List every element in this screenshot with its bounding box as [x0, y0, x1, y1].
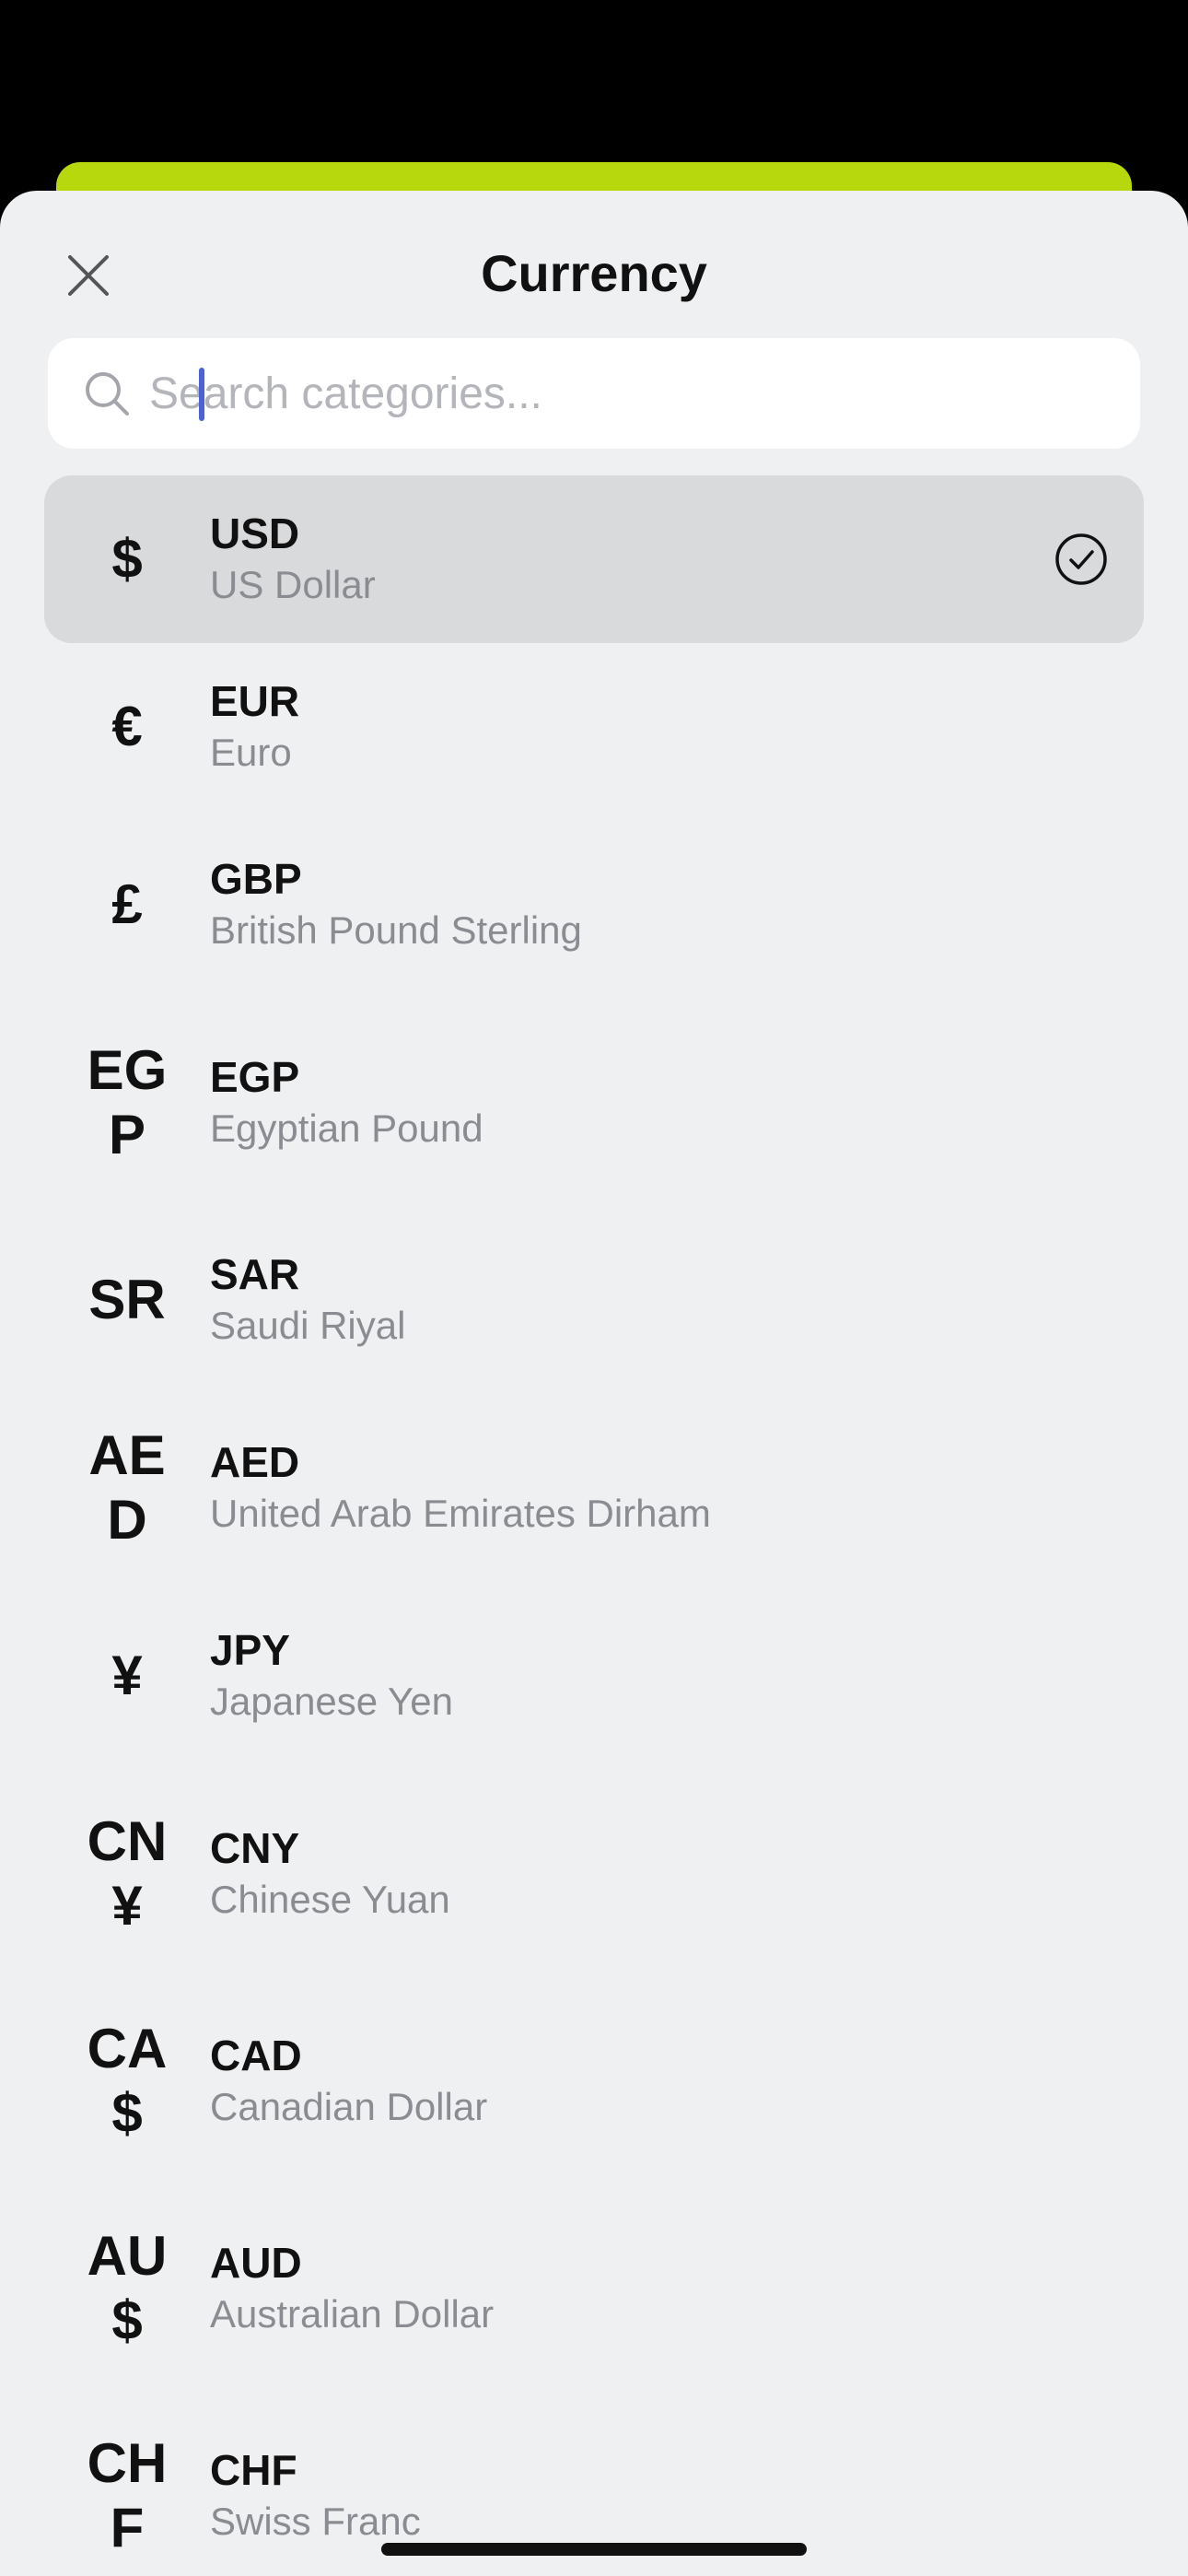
currency-code: EGP: [210, 1052, 300, 1101]
currency-code: CHF: [210, 2445, 297, 2494]
currency-item[interactable]: £ GBP British Pound Sterling: [44, 811, 1144, 999]
currency-name: Egyptian Pound: [210, 1106, 483, 1150]
currency-code: AED: [210, 1438, 300, 1486]
currency-name: Chinese Yuan: [210, 1877, 450, 1921]
currency-code: GBP: [210, 855, 302, 903]
currency-name: Canadian Dollar: [210, 2084, 488, 2128]
currency-code: USD: [210, 509, 300, 557]
currency-item[interactable]: AU$ AUD Australian Dollar: [44, 2184, 1144, 2392]
currency-symbol: €: [111, 696, 143, 757]
search-icon: [86, 372, 129, 416]
currency-name: Swiss Franc: [210, 2499, 421, 2543]
currency-item[interactable]: SR SAR Saudi Riyal: [44, 1206, 1144, 1394]
search-input[interactable]: [149, 357, 1070, 430]
currency-symbol: CA$: [87, 2017, 168, 2144]
currency-code: AUD: [210, 2238, 302, 2287]
sheet-title: Currency: [481, 244, 707, 302]
currency-item[interactable]: € EUR Euro: [44, 643, 1144, 811]
currency-item[interactable]: AED AED United Arab Emirates Dirham: [44, 1394, 1144, 1582]
currency-item-selected[interactable]: $ USD US Dollar: [44, 475, 1144, 643]
currency-item[interactable]: CN¥ CNY Chinese Yuan: [44, 1770, 1144, 1977]
currency-item[interactable]: ¥ JPY Japanese Yen: [44, 1582, 1144, 1770]
currency-name: British Pound Sterling: [210, 908, 582, 952]
currency-name: Japanese Yen: [210, 1680, 453, 1723]
currency-name: US Dollar: [210, 563, 376, 606]
home-indicator: [381, 2543, 807, 2556]
currency-item[interactable]: CA$ CAD Canadian Dollar: [44, 1977, 1144, 2184]
currency-name: Australian Dollar: [210, 2291, 495, 2336]
currency-symbol: SR: [88, 1269, 166, 1330]
currency-item[interactable]: EGP EGP Egyptian Pound: [44, 999, 1144, 1206]
currency-code: EUR: [210, 677, 300, 725]
currency-code: SAR: [210, 1250, 300, 1298]
search-box[interactable]: [48, 338, 1140, 449]
currency-name: Saudi Riyal: [210, 1304, 406, 1347]
currency-symbol: £: [111, 873, 143, 935]
currency-symbol: CHF: [87, 2431, 168, 2558]
checkmark-circle-icon: [1055, 533, 1107, 585]
currency-code: CNY: [210, 1823, 300, 1872]
currency-picker-sheet: Currency $ USD US Dollar € EUR Euro £: [0, 191, 1188, 2576]
currency-name: Euro: [210, 731, 292, 774]
currency-code: CAD: [210, 2031, 302, 2079]
currency-code: JPY: [210, 1626, 290, 1674]
currency-list: $ USD US Dollar € EUR Euro £ GBP British…: [44, 475, 1144, 2576]
currency-symbol: EGP: [87, 1038, 168, 1165]
currency-symbol: CN¥: [87, 1809, 168, 1937]
currency-symbol: AU$: [87, 2224, 168, 2351]
currency-name: United Arab Emirates Dirham: [210, 1492, 711, 1535]
currency-symbol: ¥: [111, 1645, 143, 1706]
text-caret: [199, 368, 204, 421]
currency-symbol: AED: [88, 1424, 166, 1551]
currency-symbol: $: [111, 528, 143, 590]
